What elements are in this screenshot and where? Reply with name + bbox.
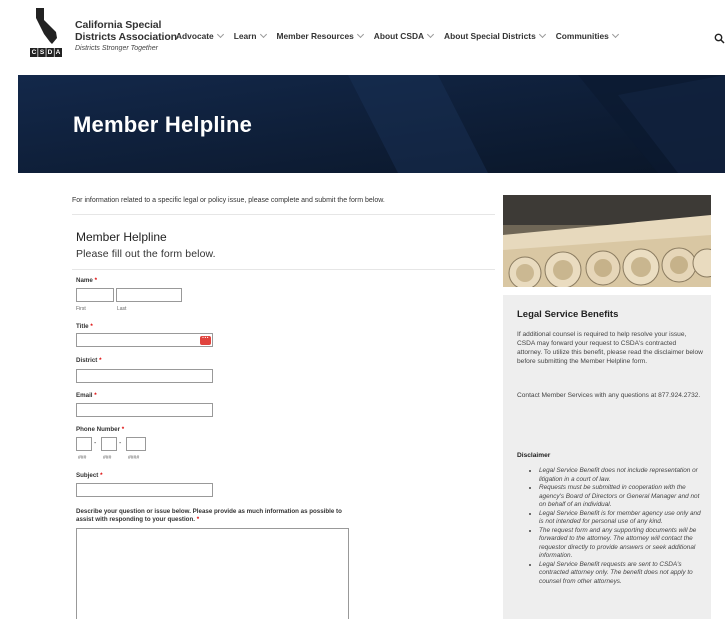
panel-title: Legal Service Benefits [517,309,619,320]
disclaimer-heading: Disclaimer [517,452,551,459]
phone-hint: ### [103,455,112,461]
subject-label: Subject * [76,472,103,479]
first-sublabel: First [76,306,86,312]
page-title: Member Helpline [73,112,253,137]
list-item: Legal Service Benefit requests are sent … [539,561,703,587]
intro-text: For information related to a specific le… [72,197,385,204]
email-input[interactable] [76,403,213,417]
required-mark: * [94,277,98,284]
label-text: District [76,357,98,364]
nav-member-resources[interactable]: Member Resources [276,30,364,41]
required-mark: * [100,472,103,479]
district-label: District * [76,357,101,364]
site-header: CSDA California Special Districts Associ… [0,0,725,72]
label-text: Title [76,323,89,330]
chevron-down-icon [259,30,267,39]
title-input[interactable] [76,333,213,347]
form-subtitle: Please fill out the form below. [76,248,216,260]
main-nav: Advocate Learn Member Resources About CS… [176,30,629,41]
phone-hint: #### [128,455,140,461]
nav-learn[interactable]: Learn [233,30,267,41]
dots-icon[interactable]: ··· [200,335,211,345]
csda-logo[interactable]: CSDA [30,6,62,58]
label-text: Describe your question or issue below. P… [76,508,342,523]
last-sublabel: Last [117,306,127,312]
label-text: Phone Number [76,426,121,433]
logo-name-line1: California Special [75,19,162,31]
legal-benefits-panel: Legal Service Benefits If additional cou… [503,295,711,619]
phone-label: Phone Number * [76,426,124,433]
name-label: Name * [76,277,97,284]
required-mark: * [90,323,93,330]
phone-hint: ### [78,455,87,461]
list-item: The request form and any supporting docu… [539,527,703,561]
nav-advocate[interactable]: Advocate [176,30,224,41]
description-label: Describe your question or issue below. P… [76,508,351,524]
chevron-down-icon [538,30,546,39]
district-input[interactable] [76,369,213,383]
disclaimer-list: Legal Service Benefit does not include r… [527,467,703,586]
logo-letter: D [47,49,53,56]
email-label: Email * [76,392,97,399]
divider [72,269,495,270]
required-mark: * [94,392,97,399]
nav-about-csda[interactable]: About CSDA [373,30,435,41]
subject-input[interactable] [76,483,213,497]
logo-name-line2: Districts Association [75,31,177,43]
nav-label: About CSDA [373,31,425,41]
nav-label: Advocate [176,31,214,41]
required-mark: * [121,426,125,433]
nav-about-special-districts[interactable]: About Special Districts [444,30,546,41]
phone-area-input[interactable] [76,437,92,451]
nav-label: Learn [233,31,257,41]
label-text: Email [76,392,93,399]
label-text: Subject [76,472,99,479]
divider [72,214,495,215]
form-title: Member Helpline [76,230,167,244]
logo-letter: C [31,49,37,56]
description-textarea[interactable] [76,528,349,619]
search-icon[interactable] [714,31,725,44]
list-item: Legal Service Benefit is for member agen… [539,510,703,527]
nav-communities[interactable]: Communities [555,30,619,41]
chevron-down-icon [427,30,435,39]
logo-letter: S [39,49,45,56]
nav-label: About Special Districts [444,31,536,41]
label-text: Name [76,277,93,284]
panel-paragraph: If additional counsel is required to hel… [517,331,703,365]
phone-separator: - [94,440,97,447]
logo-tagline: Districts Stronger Together [75,45,158,52]
hero-banner: Member Helpline [18,75,725,173]
first-name-input[interactable] [76,288,114,302]
phone-separator: - [119,440,122,447]
required-mark: * [196,516,200,523]
list-item: Legal Service Benefit does not include r… [539,467,703,484]
chevron-down-icon [216,30,224,39]
required-mark: * [99,357,102,364]
contact-paragraph: Contact Member Services with any questio… [517,392,701,399]
logo-letters: CSDA [30,48,62,57]
list-item: Requests must be submitted in cooperatio… [539,484,703,510]
nav-label: Communities [555,31,609,41]
last-name-input[interactable] [116,288,182,302]
documents-photo [503,195,711,287]
logo-letter: A [55,49,61,56]
chevron-down-icon [611,30,619,39]
nav-label: Member Resources [276,31,354,41]
chevron-down-icon [356,30,364,39]
phone-line-input[interactable] [126,437,146,451]
title-label: Title * [76,323,93,330]
phone-prefix-input[interactable] [101,437,117,451]
